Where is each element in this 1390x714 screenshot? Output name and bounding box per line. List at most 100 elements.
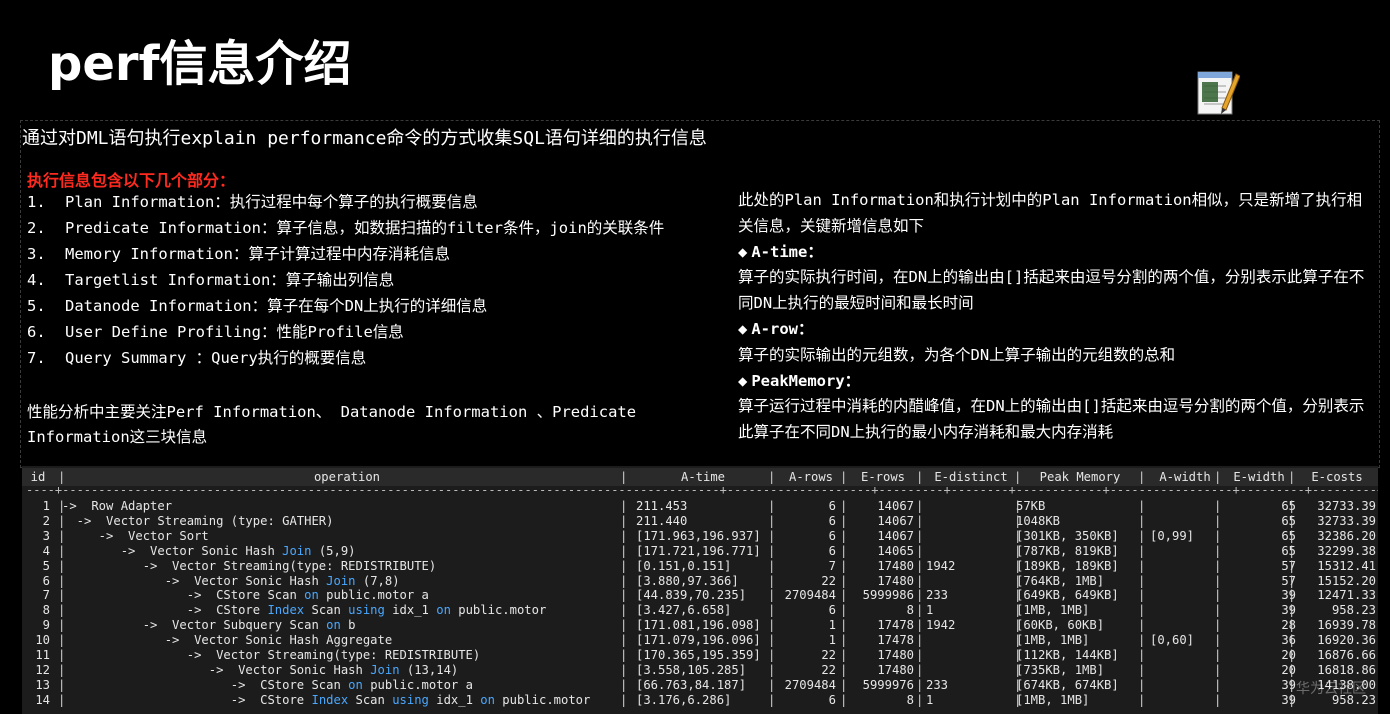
- cell-a-time: [3.558,105.285]: [636, 662, 747, 677]
- column-divider: |: [840, 648, 848, 662]
- list-item: 6. User Define Profiling：性能Profile信息: [27, 322, 664, 348]
- column-divider: |: [840, 633, 848, 648]
- column-divider: |: [1138, 603, 1146, 618]
- operation-text: -> Vector Sonic Hash: [62, 573, 327, 588]
- column-divider: |: [58, 499, 66, 513]
- column-divider: |: [58, 513, 66, 528]
- column-divider: |: [916, 588, 924, 603]
- cell-e-width: 65: [1281, 543, 1296, 558]
- operation-text: Scan: [348, 692, 393, 707]
- column-divider: |: [1138, 513, 1146, 528]
- body-a-time: 算子的实际执行时间，在DN上的输出由[]括起来由逗号分割的两个值，分别表示此算子…: [738, 268, 1365, 313]
- cell-id: 12: [35, 662, 50, 677]
- cell-peak-memory: [112KB, 144KB]: [1016, 648, 1119, 662]
- column-divider: |: [620, 528, 628, 543]
- cell-e-rows: 8: [906, 692, 914, 707]
- header-e-rows: E-rows: [860, 470, 906, 484]
- cell-id: 1: [42, 499, 50, 513]
- cell-id: 5: [42, 558, 50, 573]
- cell-e-rows: 5999976: [862, 677, 914, 692]
- sql-keyword: Join: [326, 573, 356, 588]
- operation-text: -> CStore: [62, 603, 268, 618]
- cell-a-rows: 7: [828, 558, 836, 573]
- cell-a-time: [44.839,70.235]: [636, 588, 747, 603]
- cell-e-costs: 16876.66: [1317, 648, 1376, 662]
- operation-text: -> Vector Streaming (type: GATHER): [62, 513, 334, 528]
- column-divider: |: [620, 648, 628, 662]
- column-divider: |: [1138, 528, 1146, 543]
- column-divider: |: [58, 692, 66, 707]
- cell-a-rows: 6: [828, 692, 836, 707]
- cell-e-costs: 12471.33: [1317, 588, 1376, 603]
- column-divider: |: [58, 648, 66, 662]
- column-divider: |: [840, 662, 848, 677]
- cell-e-costs: 32386.20: [1317, 528, 1376, 543]
- column-divider: |: [916, 677, 924, 692]
- column-divider: |: [1014, 513, 1022, 528]
- cell-e-costs: 32733.39: [1317, 513, 1376, 528]
- column-divider: |: [1138, 573, 1146, 588]
- column-divider: |: [1138, 648, 1146, 662]
- cell-a-rows: 22: [821, 573, 836, 588]
- column-divider: |: [1214, 513, 1222, 528]
- list-number: 4.: [27, 271, 46, 289]
- table-row: 5 -> Vector Streaming(type: REDISTRIBUTE…: [22, 559, 1378, 574]
- cell-a-time: 211.440: [636, 513, 688, 528]
- column-divider: |: [1014, 662, 1022, 677]
- list-text: Targetlist Information：算子输出列信息: [65, 271, 395, 289]
- column-divider: |: [1288, 470, 1296, 484]
- cell-peak-memory: 1048KB: [1016, 513, 1061, 528]
- section-list: 1. Plan Information：执行过程中每个算子的执行概要信息 2. Pr…: [27, 192, 664, 374]
- operation-text: -> Vector Sonic Hash Aggregate: [62, 633, 393, 648]
- cell-operation: -> Vector Streaming(type: REDISTRIBUTE): [62, 559, 632, 574]
- operation-text: -> Vector Sort: [62, 528, 209, 543]
- column-divider: |: [916, 692, 924, 707]
- sql-keyword: on: [304, 588, 319, 603]
- cell-operation: -> Vector Streaming(type: REDISTRIBUTE): [62, 648, 632, 663]
- cell-e-width: 28: [1281, 618, 1296, 633]
- column-divider: |: [1014, 470, 1022, 484]
- column-divider: |: [840, 513, 848, 528]
- column-divider: |: [1214, 573, 1222, 588]
- column-divider: |: [620, 499, 628, 513]
- sql-keyword: Index: [311, 692, 349, 707]
- table-row: 14 -> CStore Index Scan using idx_1 on p…: [22, 693, 1378, 708]
- column-divider: |: [840, 558, 848, 573]
- table-row: 3 -> Vector Sort [171.963,196.937] 6 14067 […: [22, 529, 1378, 544]
- cell-id: 8: [42, 603, 50, 618]
- cell-e-distinct: 1: [926, 603, 934, 618]
- cell-peak-memory: [735KB, 1MB]: [1016, 662, 1105, 677]
- column-divider: |: [768, 633, 776, 648]
- header-a-rows: A-rows: [788, 470, 834, 484]
- table-row: 7 -> CStore Scan on public.motor a [44.83…: [22, 588, 1378, 603]
- cell-id: 6: [42, 573, 50, 588]
- column-divider: |: [916, 513, 924, 528]
- cell-id: 14: [35, 692, 50, 707]
- cell-operation: -> Vector Sort: [62, 529, 632, 544]
- column-divider: |: [1138, 633, 1146, 648]
- cell-a-time: [3.427,6.658]: [636, 603, 732, 618]
- column-divider: |: [1138, 618, 1146, 633]
- column-divider: |: [1214, 603, 1222, 618]
- operation-text: -> Vector Streaming(type: REDISTRIBUTE): [62, 558, 437, 573]
- list-number: 3.: [27, 245, 46, 263]
- cell-id: 10: [35, 633, 50, 648]
- cell-peak-memory: [787KB, 819KB]: [1016, 543, 1119, 558]
- cell-id: 3: [42, 528, 50, 543]
- column-divider: |: [620, 662, 628, 677]
- column-divider: |: [768, 648, 776, 662]
- column-divider: |: [1214, 677, 1222, 692]
- operation-text: -> Vector Streaming(type: REDISTRIBUTE): [62, 648, 481, 662]
- cell-e-costs: 16939.78: [1317, 618, 1376, 633]
- column-divider: |: [1014, 588, 1022, 603]
- cell-id: 9: [42, 618, 50, 633]
- column-divider: |: [1288, 499, 1296, 513]
- table-row: 2 -> Vector Streaming (type: GATHER) 211.…: [22, 514, 1378, 529]
- cell-e-rows: 14067: [877, 499, 914, 513]
- cell-e-rows: 17480: [877, 558, 914, 573]
- column-divider: |: [620, 558, 628, 573]
- cell-e-distinct: 1942: [926, 558, 956, 573]
- heading-text: A-time：: [751, 242, 823, 261]
- cell-a-rows: 2709484: [784, 677, 836, 692]
- cell-e-rows: 17480: [877, 648, 914, 662]
